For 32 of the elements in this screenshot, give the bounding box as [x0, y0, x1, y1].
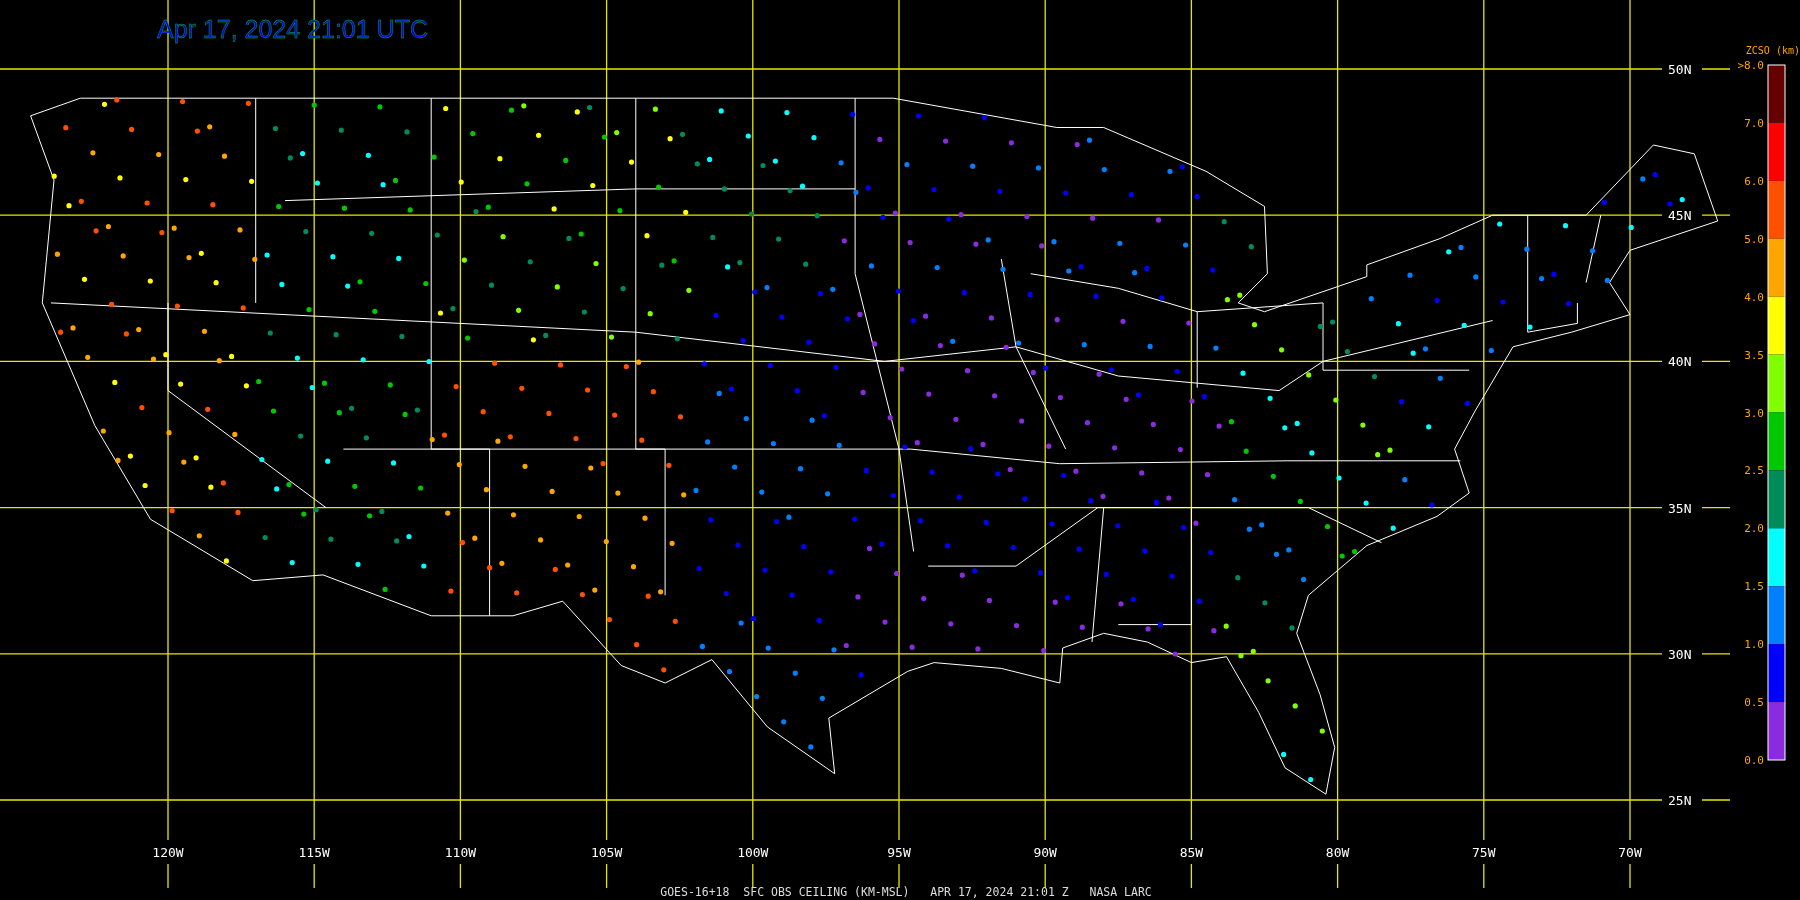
legend-label: 2.0 [1744, 522, 1764, 536]
latitude-label: 35N [1668, 500, 1692, 516]
longitude-label: 90W [1033, 845, 1057, 860]
longitude-label: 80W [1325, 845, 1350, 860]
legend-label: 4.0 [1744, 290, 1764, 304]
legend-label: >8.0 [1737, 59, 1764, 72]
legend-label: 1.5 [1744, 580, 1764, 594]
longitude-label: 85W [1179, 845, 1204, 860]
legend-label: 7.0 [1744, 116, 1764, 130]
longitude-label: 75W [1472, 845, 1496, 860]
legend-label: 0.5 [1744, 696, 1764, 710]
latitude-label: 30N [1668, 646, 1692, 662]
longitude-label: 100W [737, 845, 769, 860]
longitude-label: 110W [444, 845, 477, 860]
latitude-label: 40N [1668, 354, 1692, 370]
legend-label: 1.0 [1744, 638, 1764, 652]
legend-label: 5.0 [1744, 232, 1764, 246]
longitude-label: 95W [887, 845, 911, 860]
legend-label: 3.0 [1744, 406, 1764, 420]
latitude-label: 50N [1668, 62, 1692, 77]
legend-label: 6.0 [1744, 174, 1764, 188]
legend-label: 0.0 [1744, 754, 1764, 767]
longitude-label: 105W [590, 845, 623, 860]
legend-label: 2.5 [1744, 464, 1764, 478]
legend-label: 3.5 [1744, 348, 1764, 362]
latitude-label: 45N [1668, 208, 1692, 224]
legend-title: ZCSO (km) [1745, 45, 1800, 56]
longitude-label: 115W [298, 845, 330, 860]
longitude-label: 70W [1618, 845, 1642, 860]
latitude-label: 25N [1668, 793, 1692, 808]
longitude-label: 120W [152, 845, 184, 860]
map-caption: GOES-16+18 SFC OBS CEILING (KM-MSL) APR 17, 2024 21:01 Z NASA LARC [660, 885, 1152, 899]
